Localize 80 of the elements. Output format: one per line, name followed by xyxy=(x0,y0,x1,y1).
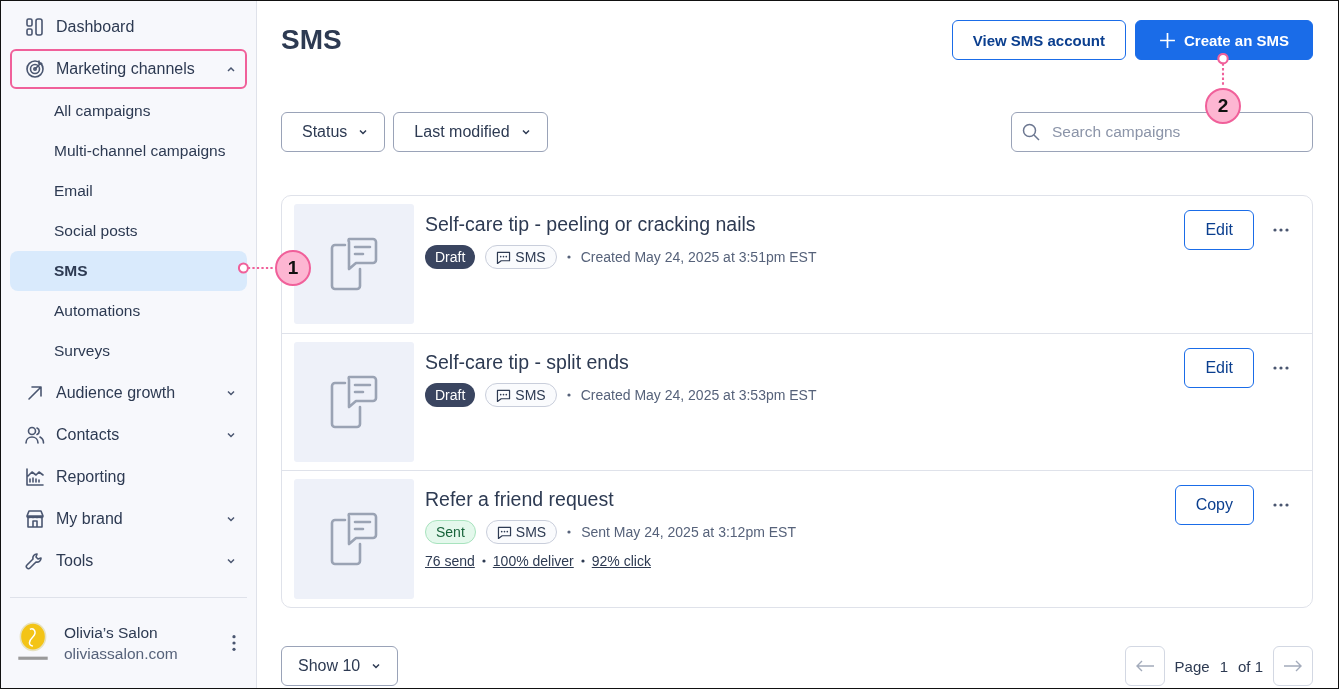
search-icon xyxy=(1021,122,1041,142)
sms-icon xyxy=(329,511,379,567)
sms-icon xyxy=(329,236,379,292)
page-title: SMS xyxy=(281,24,342,56)
callout-number: 2 xyxy=(1205,88,1241,124)
page-label: Page xyxy=(1174,657,1210,675)
page-total: of 1 xyxy=(1237,657,1263,675)
chat-icon xyxy=(496,250,512,264)
account-name: Olivia’s Salon xyxy=(64,623,159,642)
more-icon[interactable] xyxy=(1273,366,1289,370)
channel-badge: SMS xyxy=(485,520,558,544)
separator-dot xyxy=(567,530,572,534)
leader-line xyxy=(1217,53,1229,87)
sms-icon xyxy=(329,374,379,430)
people-icon xyxy=(25,425,45,445)
nav-label: My brand xyxy=(56,510,124,528)
nav-subitem[interactable]: Automations xyxy=(10,291,247,331)
chart-icon xyxy=(25,467,45,487)
page-size-dropdown[interactable]: Show 10 xyxy=(281,646,399,686)
plus-icon xyxy=(1158,31,1176,49)
separator-dot xyxy=(580,559,585,563)
nav-item[interactable]: Marketing channels xyxy=(10,49,247,89)
nav-item[interactable]: Audience growth xyxy=(10,373,247,413)
nav-label: Tools xyxy=(56,552,95,570)
action-button[interactable]: Copy xyxy=(1174,485,1254,525)
nav-label: Contacts xyxy=(56,426,121,444)
channel-badge: SMS xyxy=(485,245,557,269)
target-icon xyxy=(25,59,45,79)
more-icon[interactable] xyxy=(231,634,237,652)
stat-link[interactable]: 92% click xyxy=(591,553,651,569)
stat-link[interactable]: 76 send xyxy=(425,553,475,569)
chat-icon xyxy=(496,388,512,402)
nav-label: Marketing channels xyxy=(56,60,196,78)
channel-badge: SMS xyxy=(485,383,557,407)
arrow-left-icon xyxy=(1134,660,1155,672)
nav-label: Audience growth xyxy=(56,384,177,402)
status-badge: Draft xyxy=(425,383,476,407)
filter-dropdown[interactable]: Last modified xyxy=(393,112,548,152)
arrow-right-icon xyxy=(1283,660,1303,672)
nav-item[interactable]: Tools xyxy=(10,541,247,581)
nav-item[interactable]: Reporting xyxy=(10,457,247,497)
stat-link[interactable]: 100% deliver xyxy=(492,553,574,569)
search-field[interactable]: Search campaigns xyxy=(1011,112,1313,152)
view-account-button[interactable]: View SMS account xyxy=(951,20,1126,60)
account-domain: oliviassalon.com xyxy=(64,644,179,663)
separator-dot xyxy=(566,255,571,259)
wrench-icon xyxy=(25,551,45,571)
filter-dropdown[interactable]: Status xyxy=(281,112,386,152)
nav-subitem[interactable]: Social posts xyxy=(10,211,247,251)
campaign-title[interactable]: Refer a friend request xyxy=(425,488,1175,511)
campaign-title[interactable]: Self-care tip - peeling or cracking nails xyxy=(425,213,1185,236)
separator-dot xyxy=(481,559,486,563)
nav-subitem[interactable]: Email xyxy=(10,171,247,211)
nav-subitem[interactable]: Multi-channel campaigns xyxy=(10,131,247,171)
nav-subitem[interactable]: SMS xyxy=(10,251,247,291)
dashboard-icon xyxy=(25,17,45,37)
nav-label: Dashboard xyxy=(56,18,136,36)
nav-subitem[interactable]: Surveys xyxy=(10,331,247,371)
store-icon xyxy=(25,509,45,529)
separator-dot xyxy=(566,393,571,397)
nav-item[interactable]: Contacts xyxy=(10,415,247,455)
arrow-icon xyxy=(25,383,45,403)
more-icon[interactable] xyxy=(1273,228,1289,232)
chat-icon xyxy=(496,525,512,539)
nav-item[interactable]: My brand xyxy=(10,499,247,539)
page-number: 1 xyxy=(1219,657,1228,675)
create-button[interactable]: Create an SMS xyxy=(1135,20,1313,60)
action-button[interactable]: Edit xyxy=(1184,210,1254,250)
status-badge: Sent xyxy=(425,520,476,544)
action-button[interactable]: Edit xyxy=(1184,348,1254,388)
status-badge: Draft xyxy=(425,245,476,269)
campaign-title[interactable]: Self-care tip - split ends xyxy=(425,351,1185,374)
more-icon[interactable] xyxy=(1273,503,1289,507)
nav-label: Reporting xyxy=(56,468,127,486)
callout-number: 1 xyxy=(275,250,311,286)
campaign-date: Created May 24, 2025 at 3:51pm EST xyxy=(580,249,817,265)
campaign-date: Created May 24, 2025 at 3:53pm EST xyxy=(580,387,817,403)
nav-subitem[interactable]: All campaigns xyxy=(10,91,247,131)
campaign-date: Sent May 24, 2025 at 3:12pm EST xyxy=(581,524,796,540)
nav-item[interactable]: Dashboard xyxy=(10,7,247,47)
